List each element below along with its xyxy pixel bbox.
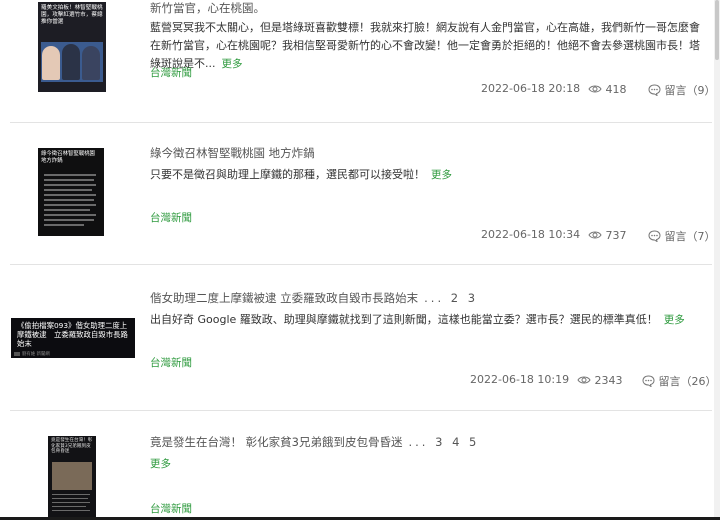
divider <box>10 410 712 411</box>
post-title[interactable]: 新竹當官，心在桃園。 <box>150 0 265 16</box>
post-item: 綠今徵召林智堅戰桃園 地方炸鍋 綠今徵召林智堅戰桃園 地方炸鍋 只要不是徵召與助… <box>0 140 716 260</box>
post-excerpt: 更多 <box>150 455 700 473</box>
vertical-scrollbar[interactable] <box>714 0 720 520</box>
thumbnail-footer: 劉有維 新聞網 <box>22 352 50 357</box>
comment-bubble-icon <box>642 375 655 387</box>
view-count: 418 <box>588 82 627 96</box>
more-link[interactable]: 更多 <box>222 58 243 70</box>
eye-icon <box>577 376 591 384</box>
thumbnail-headline: 羅美文拍板！林智堅戰桃園，攻擊紅選竹市，蔡總推你當選 <box>41 5 103 25</box>
post-date: 2022-06-18 10:34 <box>481 228 581 241</box>
view-count: 2343 <box>577 373 623 387</box>
comment-bubble-icon <box>648 84 661 96</box>
divider <box>10 122 712 123</box>
more-link[interactable]: 更多 <box>150 458 171 470</box>
comment-bubble-icon <box>648 230 661 242</box>
post-title[interactable]: 竟是發生在台灣！ 彰化家貧3兄弟餓到皮包骨昏迷... 3 4 5 <box>150 434 479 450</box>
post-date: 2022-06-18 10:19 <box>470 373 570 386</box>
comment-count[interactable]: 留言（9） <box>648 82 716 98</box>
thumbnail-headline: 《偷拍檔案093》偕女助理二度上摩鐵被逮 立委羅致政自毀市長路始末 <box>17 321 128 348</box>
post-source[interactable]: 台灣新聞 <box>150 501 192 516</box>
title-pagination[interactable]: ... 2 3 <box>424 291 478 305</box>
comment-count[interactable]: 留言（26） <box>642 373 717 389</box>
post-title[interactable]: 偕女助理二度上摩鐵被逮 立委羅致政自毀市長路始末... 2 3 <box>150 290 478 306</box>
thumbnail-headline: 綠今徵召林智堅戰桃園 地方炸鍋 <box>41 151 95 164</box>
more-link[interactable]: 更多 <box>431 169 452 181</box>
comment-count[interactable]: 留言（7） <box>648 228 716 244</box>
divider <box>10 264 712 265</box>
post-source[interactable]: 台灣新聞 <box>150 210 192 225</box>
post-date: 2022-06-18 20:18 <box>481 82 581 95</box>
eye-icon <box>588 231 602 239</box>
scrollbar-thumb[interactable] <box>715 0 719 60</box>
view-count: 737 <box>588 228 627 242</box>
post-thumbnail[interactable]: 《偷拍檔案093》偕女助理二度上摩鐵被逮 立委羅致政自毀市長路始末 劉有維 新聞… <box>11 318 135 358</box>
post-item: 羅美文拍板！林智堅戰桃園，攻擊紅選竹市，蔡總推你當選 新竹當官，心在桃園。 藍營… <box>0 0 716 120</box>
title-pagination[interactable]: ... 3 4 5 <box>408 435 479 449</box>
post-thumbnail[interactable]: 竟是發生在台灣！彰化家貧3兄弟餓到皮包骨昏迷 <box>48 436 96 520</box>
post-thumbnail[interactable]: 綠今徵召林智堅戰桃園 地方炸鍋 <box>38 148 104 236</box>
post-source[interactable]: 台灣新聞 <box>150 355 192 370</box>
post-item: 竟是發生在台灣！彰化家貧3兄弟餓到皮包骨昏迷 竟是發生在台灣！ 彰化家貧3兄弟餓… <box>0 428 712 520</box>
post-excerpt: 出自好奇 Google 羅致政、助理與摩鐵就找到了這則新聞，這樣也能當立委？選市… <box>150 313 685 326</box>
more-link[interactable]: 更多 <box>664 314 685 326</box>
thumbnail-headline: 竟是發生在台灣！彰化家貧3兄弟餓到皮包骨昏迷 <box>51 438 93 455</box>
post-thumbnail[interactable]: 羅美文拍板！林智堅戰桃園，攻擊紅選竹市，蔡總推你當選 <box>38 2 106 92</box>
post-title[interactable]: 綠今徵召林智堅戰桃園 地方炸鍋 <box>150 145 315 161</box>
post-excerpt: 只要不是徵召與助理上摩鐵的那種，選民都可以接受啦！ 更多 <box>150 168 452 181</box>
post-source[interactable]: 台灣新聞 <box>150 65 192 80</box>
post-excerpt: 藍營冥冥我不太關心，但是塔綠斑喜歡雙標！我就來打臉！網友說有人金門當官，心在高雄… <box>150 21 700 70</box>
eye-icon <box>588 85 602 93</box>
post-item: 《偷拍檔案093》偕女助理二度上摩鐵被逮 立委羅致政自毀市長路始末 劉有維 新聞… <box>0 284 717 404</box>
